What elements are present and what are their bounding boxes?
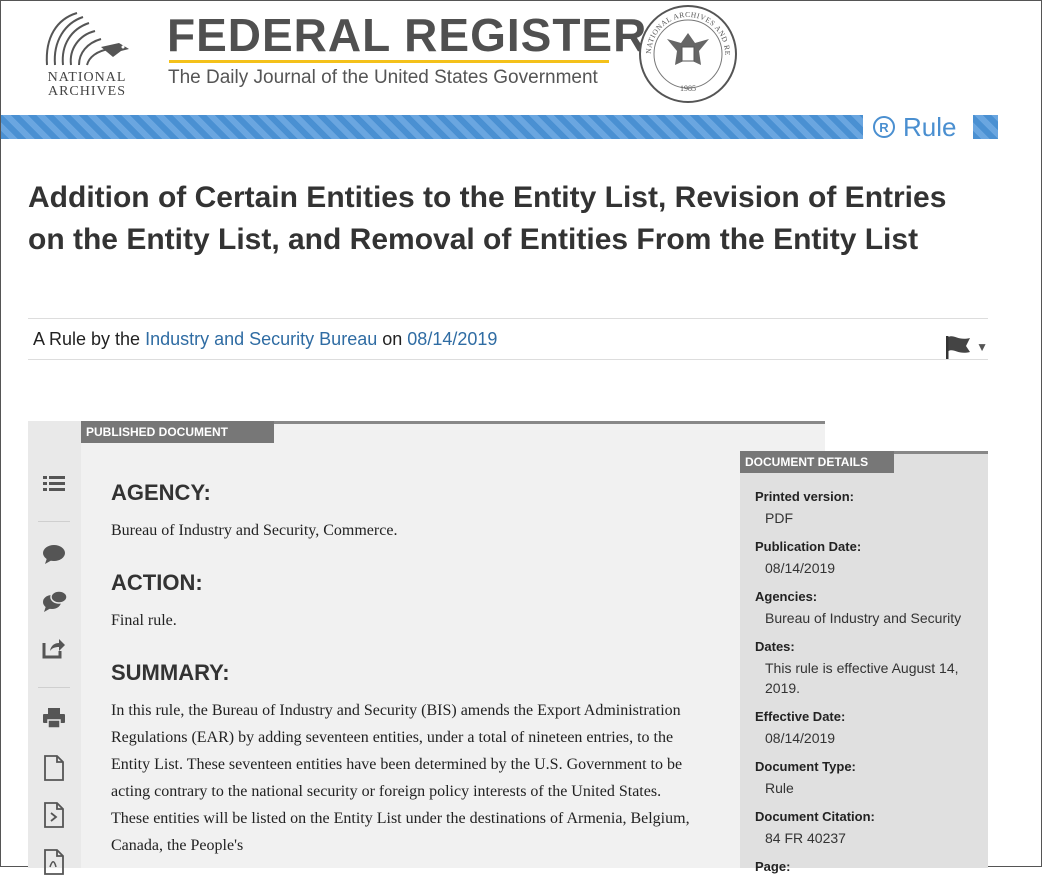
agency-text: Bureau of Industry and Security, Commerc…: [111, 522, 398, 539]
eagle-icon: [45, 12, 129, 66]
document-type-label: Rule: [903, 111, 957, 142]
print-icon[interactable]: [42, 707, 66, 729]
share-icon[interactable]: [42, 637, 66, 659]
national-archives-logo[interactable]: NATIONAL ARCHIVES: [35, 7, 139, 101]
publication-date-link[interactable]: 08/14/2019: [765, 558, 975, 578]
chevron-down-icon: ▼: [976, 340, 988, 354]
list-icon[interactable]: [42, 473, 66, 495]
dates-value: This rule is effective August 14, 2019.: [765, 660, 959, 696]
nara-seal-icon: NATIONAL ARCHIVES AND RECORDS ADMINISTRA…: [637, 3, 737, 103]
national-archives-text: NATIONAL ARCHIVES: [47, 70, 127, 99]
published-document-tab: PUBLISHED DOCUMENT: [81, 421, 274, 443]
tool-divider: [38, 521, 70, 522]
document-code-icon[interactable]: [42, 802, 66, 828]
summary-text: In this rule, the Bureau of Industry and…: [111, 702, 690, 854]
document-icon[interactable]: [42, 755, 66, 781]
summary-heading: SUMMARY:: [111, 660, 230, 685]
tool-sidebar: [28, 421, 81, 875]
action-text: Final rule.: [111, 612, 177, 629]
effective-date-label: Effective Date:: [755, 709, 846, 724]
document-type-label: Document Type:: [755, 759, 856, 774]
flag-icon: [946, 336, 971, 359]
agency-heading: AGENCY:: [111, 480, 211, 505]
tool-divider: [38, 687, 70, 688]
document-type-value: Rule: [765, 780, 794, 796]
action-heading: ACTION:: [111, 570, 203, 595]
document-pdf-icon[interactable]: [42, 849, 66, 875]
pdf-link[interactable]: PDF: [765, 508, 975, 528]
document-citation-value: 84 FR 40237: [765, 830, 846, 846]
document-details-tab: DOCUMENT DETAILS: [740, 451, 894, 473]
comment-icon[interactable]: [42, 543, 66, 565]
seal-year: 1985: [680, 84, 696, 93]
comments-icon[interactable]: [42, 589, 68, 613]
publication-date-label: Publication Date:: [755, 539, 862, 554]
byline: A Rule by the Industry and Security Bure…: [28, 318, 988, 360]
byline-on: on: [382, 329, 403, 349]
agency-link[interactable]: Industry and Security Bureau: [145, 329, 377, 349]
agencies-link[interactable]: Bureau of Industry and Security: [765, 608, 975, 628]
federal-register-subtitle: The Daily Journal of the United States G…: [168, 67, 598, 88]
dates-label: Dates:: [755, 639, 795, 654]
byline-prefix: A Rule by the: [33, 329, 141, 349]
agencies-label: Agencies:: [755, 589, 818, 604]
rule-r-icon: R: [873, 116, 895, 138]
federal-register-title[interactable]: FEDERAL REGISTER: [167, 9, 647, 61]
effective-date-value: 08/14/2019: [765, 730, 836, 746]
page-title: Addition of Certain Entities to the Enti…: [28, 181, 947, 256]
document-type-badge: R Rule: [873, 111, 957, 142]
header-stripe-end: [973, 115, 998, 139]
date-link[interactable]: 08/14/2019: [407, 329, 497, 349]
header-stripe: [1, 115, 863, 139]
title-underline: [169, 60, 609, 63]
document-details: DOCUMENT DETAILS Printed version: PDF Pu…: [740, 451, 988, 874]
flag-menu-button[interactable]: ▼: [944, 327, 988, 367]
published-document: PUBLISHED DOCUMENT AGENCY: Bureau of Ind…: [81, 421, 825, 868]
document-citation-label: Document Citation:: [755, 809, 875, 824]
printed-version-label: Printed version:: [755, 489, 854, 504]
